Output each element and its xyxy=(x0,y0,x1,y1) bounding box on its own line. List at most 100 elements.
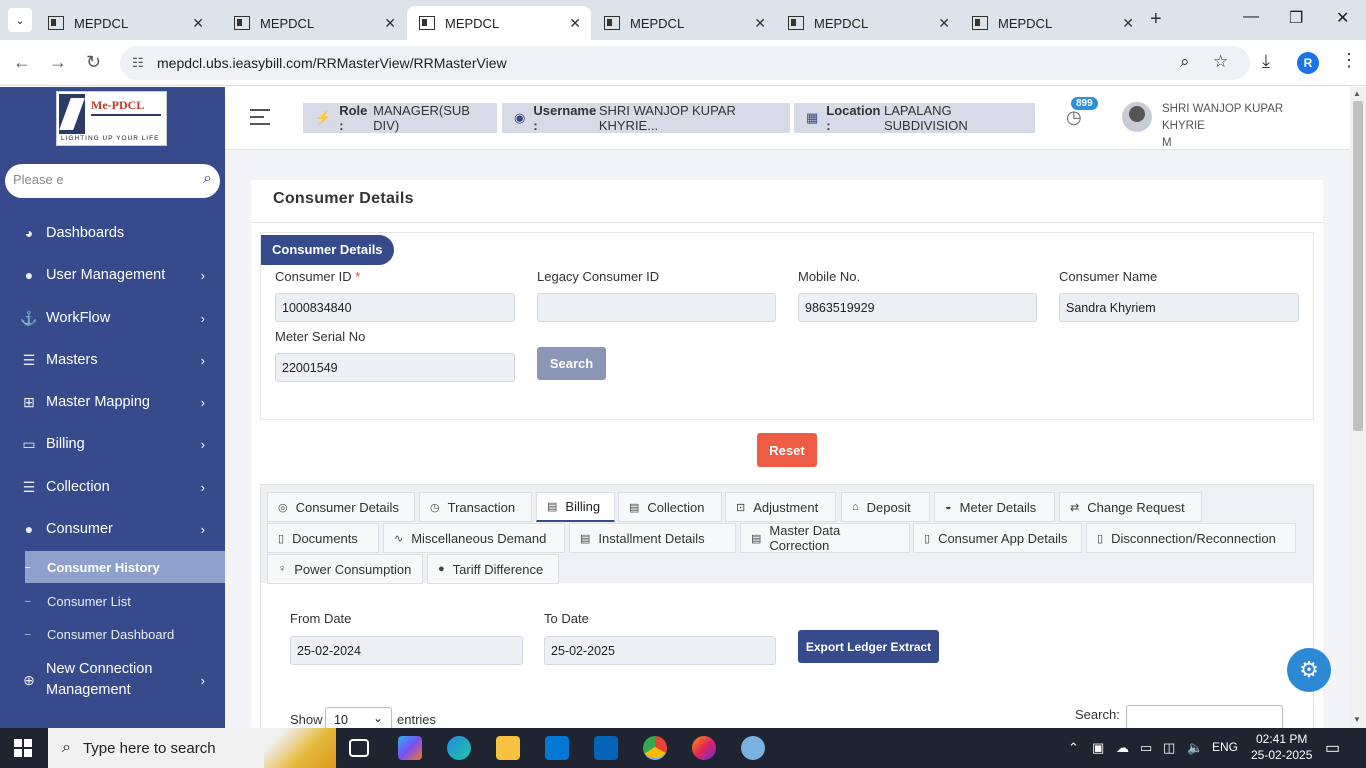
restore-icon[interactable]: ❐ xyxy=(1289,8,1303,28)
site-info-icon[interactable]: ☷ xyxy=(132,55,144,71)
tab-collection[interactable]: ▤ Collection xyxy=(618,492,722,522)
entries-select[interactable]: 10 ⌄ xyxy=(325,707,392,728)
mepdcl-logo[interactable]: Me-PDCL LIGHTING UP YOUR LIFE xyxy=(56,91,167,146)
tab-adjustment[interactable]: ⊡ Adjustment xyxy=(725,492,836,522)
volume-icon[interactable]: 🔈 xyxy=(1187,740,1203,756)
zoom-magnifier-icon[interactable]: ⌕ xyxy=(1180,52,1190,72)
search-button[interactable]: Search xyxy=(537,347,606,380)
tab-billing[interactable]: ▤ Billing xyxy=(536,492,615,522)
settings-gear-icon[interactable]: ⚙ xyxy=(1287,648,1331,692)
reset-button[interactable]: Reset xyxy=(757,433,817,467)
tab-installment-details[interactable]: ▤ Installment Details xyxy=(569,523,736,553)
firefox-icon[interactable] xyxy=(692,736,716,760)
consumer-id-input[interactable]: 1000834840 xyxy=(275,293,515,322)
cloud-icon[interactable]: ☁ xyxy=(1116,740,1129,756)
download-icon[interactable]: ⤓ xyxy=(1262,51,1270,72)
tab-master-data-correction[interactable]: ▤ Master Data Correction xyxy=(740,523,910,553)
close-icon[interactable]: ✕ xyxy=(1122,15,1134,32)
from-date-input[interactable]: 25-02-2024 xyxy=(290,636,523,665)
tab-meter-details[interactable]: ◒ Meter Details xyxy=(934,492,1055,522)
sidebar-item-master-mapping[interactable]: ⊞ Master Mapping › xyxy=(0,382,225,422)
tab-disconnection-reconnection[interactable]: ▯ Disconnection/Reconnection xyxy=(1086,523,1296,553)
bookmark-star-icon[interactable]: ☆ xyxy=(1213,52,1228,72)
windows-start-icon[interactable] xyxy=(14,739,32,757)
search-icon[interactable]: ⌕ xyxy=(203,170,212,188)
paint-icon[interactable] xyxy=(741,736,765,760)
export-ledger-button[interactable]: Export Ledger Extract xyxy=(798,630,939,663)
sidebar-item-new-connection[interactable]: ⊕ New Connection Management › xyxy=(0,658,225,702)
network-icon[interactable]: ◫ xyxy=(1163,740,1175,756)
minimize-icon[interactable]: — xyxy=(1243,8,1259,26)
legacy-consumer-id-input[interactable] xyxy=(537,293,776,322)
tab-consumer-app-details[interactable]: ▯ Consumer App Details xyxy=(913,523,1082,553)
user-name-display[interactable]: SHRI WANJOP KUPAR KHYRIE M xyxy=(1162,101,1322,152)
tab-change-request[interactable]: ⇄ Change Request xyxy=(1059,492,1202,522)
back-arrow-icon[interactable]: ← xyxy=(13,52,31,73)
history-clock-icon[interactable]: ◷ xyxy=(1066,107,1082,128)
browser-tab[interactable]: MEPDCL ✕ xyxy=(776,6,960,40)
scroll-up-arrow-icon[interactable]: ▲ xyxy=(1353,89,1361,98)
sidebar-item-dashboards[interactable]: ◕ Dashboards xyxy=(0,213,225,253)
browser-tab[interactable]: MEPDCL ✕ xyxy=(960,6,1144,40)
scrollbar-thumb[interactable] xyxy=(1353,101,1363,431)
sidebar-subitem-consumer-history[interactable]: – Consumer History xyxy=(25,551,225,583)
chrome-icon[interactable] xyxy=(643,736,667,760)
hamburger-menu-icon[interactable] xyxy=(250,109,270,130)
scroll-down-arrow-icon[interactable]: ▼ xyxy=(1353,715,1361,724)
close-icon[interactable]: ✕ xyxy=(384,15,396,32)
more-menu-icon[interactable]: ⋮ xyxy=(1340,50,1358,71)
outlook-icon[interactable] xyxy=(594,736,618,760)
consumer-name-input[interactable]: Sandra Khyriem xyxy=(1059,293,1299,322)
reload-icon[interactable]: ↻ xyxy=(86,52,101,73)
tab-documents[interactable]: ▯ Documents xyxy=(267,523,379,553)
task-view-icon[interactable] xyxy=(349,739,369,757)
browser-tab[interactable]: MEPDCL ✕ xyxy=(222,6,406,40)
tab-consumer-details[interactable]: ◎ Consumer Details xyxy=(267,492,415,522)
to-date-input[interactable]: 25-02-2025 xyxy=(544,636,776,665)
sidebar-subitem-consumer-list[interactable]: – Consumer List xyxy=(25,585,225,617)
new-tab-plus-icon[interactable]: + xyxy=(1150,8,1162,31)
sidebar-item-workflow[interactable]: ⚓ WorkFlow › xyxy=(0,298,225,338)
browser-tab[interactable]: MEPDCL ✕ xyxy=(36,6,214,40)
tab-transaction[interactable]: ◷ Transaction xyxy=(419,492,532,522)
table-search-input[interactable] xyxy=(1126,705,1283,728)
sidebar-item-billing[interactable]: ▭ Billing › xyxy=(0,424,225,464)
language-indicator[interactable]: ENG xyxy=(1212,740,1238,754)
sidebar-item-masters[interactable]: ☰ Masters › xyxy=(0,340,225,380)
profile-avatar[interactable]: R xyxy=(1297,52,1319,74)
sidebar-subitem-consumer-dashboard[interactable]: – Consumer Dashboard xyxy=(25,618,225,650)
taskbar-search-box[interactable]: ⌕ Type here to search xyxy=(48,728,336,768)
browser-tab-active[interactable]: MEPDCL ✕ xyxy=(407,6,591,40)
avatar[interactable] xyxy=(1122,102,1152,132)
forward-arrow-icon[interactable]: → xyxy=(49,52,67,73)
url-omnibox[interactable]: ☷ mepdcl.ubs.ieasybill.com/RRMasterView/… xyxy=(120,46,1250,80)
mobile-no-input[interactable]: 9863519929 xyxy=(798,293,1037,322)
url-text[interactable]: mepdcl.ubs.ieasybill.com/RRMasterView/RR… xyxy=(157,55,507,71)
sidebar-item-collection[interactable]: ☰ Collection › xyxy=(0,467,225,507)
close-icon[interactable]: ✕ xyxy=(569,15,581,32)
tab-power-consumption[interactable]: ♀ Power Consumption xyxy=(267,554,423,584)
notification-center-icon[interactable]: ▭ xyxy=(1325,738,1340,758)
tab-deposit[interactable]: ⌂ Deposit xyxy=(841,492,930,522)
tab-search-icon[interactable]: ⌄ xyxy=(8,8,32,32)
system-clock[interactable]: 02:41 PM 25-02-2025 xyxy=(1251,731,1312,763)
meet-now-icon[interactable]: ▣ xyxy=(1092,740,1104,756)
tab-tariff-difference[interactable]: ● Tariff Difference xyxy=(427,554,559,584)
meter-serial-input[interactable]: 22001549 xyxy=(275,353,515,382)
close-icon[interactable]: ✕ xyxy=(754,15,766,32)
sidebar-search-input[interactable]: Please e ⌕ xyxy=(5,164,220,198)
close-icon[interactable]: ✕ xyxy=(938,15,950,32)
vertical-scrollbar[interactable]: ▲ ▼ xyxy=(1350,87,1366,728)
edge-icon[interactable] xyxy=(447,736,471,760)
file-explorer-icon[interactable] xyxy=(496,736,520,760)
store-icon[interactable] xyxy=(545,736,569,760)
tab-miscellaneous-demand[interactable]: ∿ Miscellaneous Demand xyxy=(383,523,565,553)
tray-expand-icon[interactable]: ⌃ xyxy=(1068,740,1079,756)
sidebar-item-consumer[interactable]: ● Consumer › xyxy=(0,509,225,549)
display-icon[interactable]: ▭ xyxy=(1140,740,1152,756)
close-window-icon[interactable]: ✕ xyxy=(1336,8,1349,28)
copilot-icon[interactable] xyxy=(398,736,422,760)
browser-tab[interactable]: MEPDCL ✕ xyxy=(592,6,776,40)
close-icon[interactable]: ✕ xyxy=(192,15,204,32)
sidebar-item-user-management[interactable]: ● User Management › xyxy=(0,255,225,295)
